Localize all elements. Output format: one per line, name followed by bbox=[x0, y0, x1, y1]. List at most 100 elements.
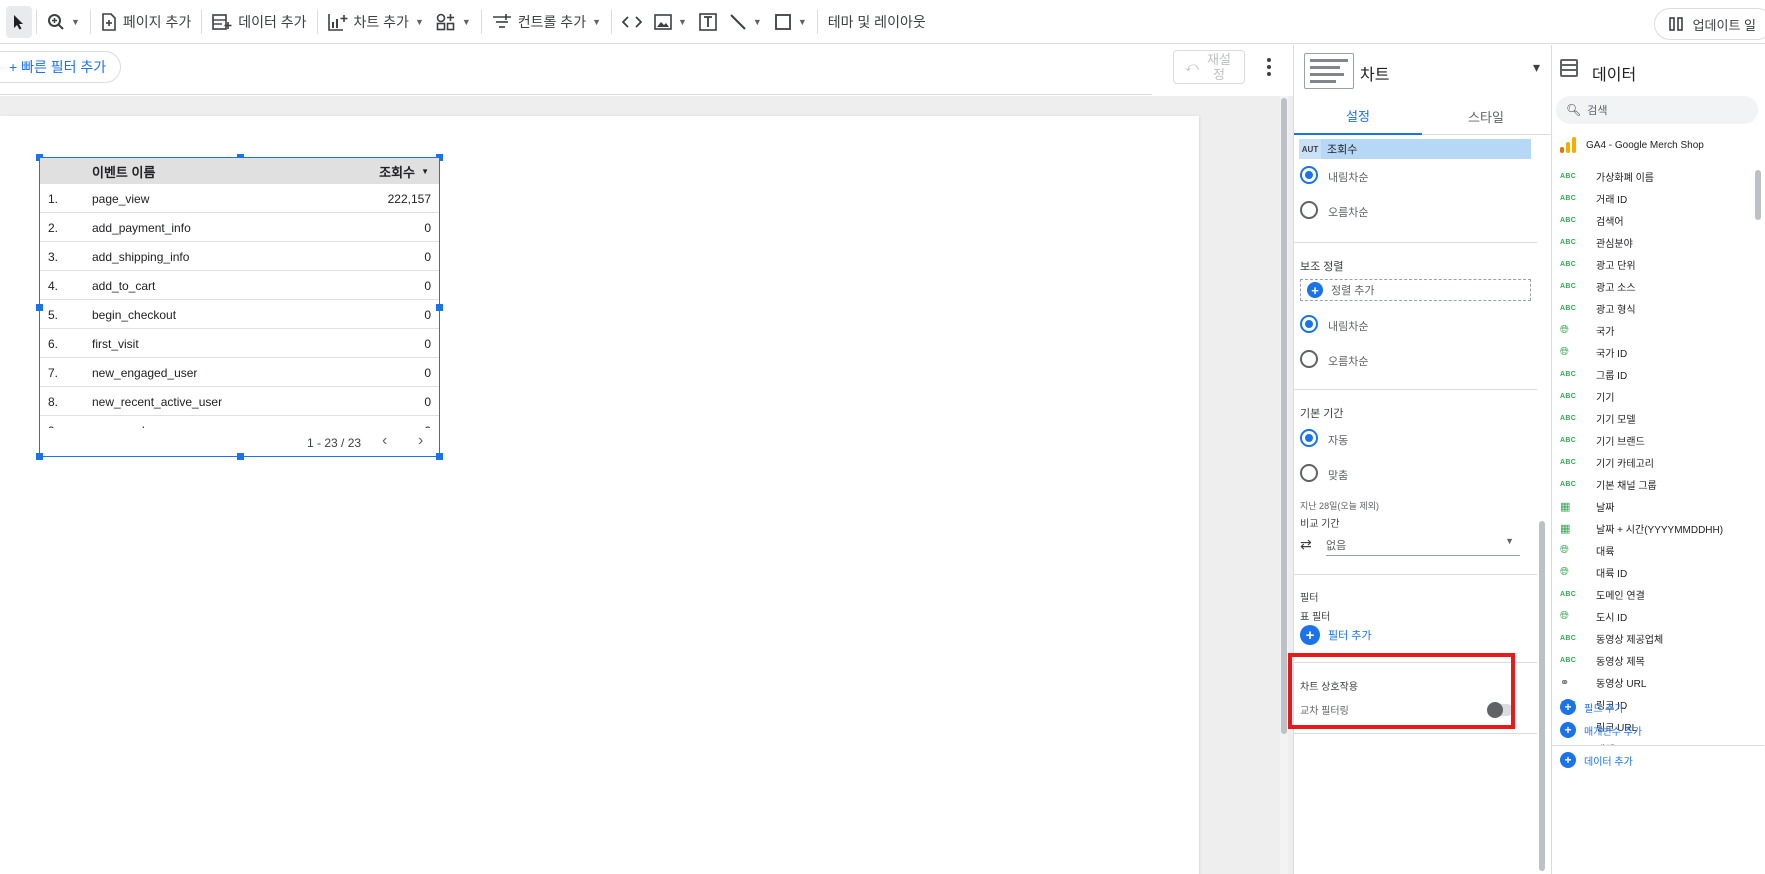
metric-type-badge: AUT bbox=[1299, 139, 1321, 159]
field-label: 그룹 ID bbox=[1596, 370, 1628, 382]
globe-icon: 🌐︎ bbox=[1560, 345, 1570, 358]
embed-button[interactable] bbox=[616, 6, 648, 38]
column-header-views[interactable]: 조회수 bbox=[379, 162, 415, 181]
canvas-scrollbar[interactable] bbox=[1280, 96, 1288, 874]
add-page-button[interactable]: 페이지 추가 bbox=[95, 6, 197, 38]
field-item[interactable]: ⚭ 동영상 URL bbox=[1552, 671, 1752, 693]
field-item[interactable]: 🌐︎ 대륙 ID bbox=[1552, 561, 1752, 583]
field-label: 국가 bbox=[1596, 326, 1615, 338]
field-item[interactable]: ABC 동영상 제목 bbox=[1552, 649, 1752, 671]
table-row: 7. new_engaged_user 0 bbox=[40, 358, 439, 387]
field-item[interactable]: ABC 가상화폐 이름 bbox=[1552, 165, 1752, 187]
column-header-event-name[interactable]: 이벤트 이름 bbox=[92, 162, 155, 181]
field-item[interactable]: ABC 광고 소스 bbox=[1552, 275, 1752, 297]
row-event-name: begin_checkout bbox=[92, 308, 177, 322]
properties-scrollbar[interactable] bbox=[1537, 136, 1547, 874]
cursor-icon bbox=[14, 14, 23, 29]
toolbar-divider bbox=[36, 9, 37, 34]
line-button[interactable]: ▼ bbox=[723, 6, 768, 38]
scrollbar-thumb[interactable] bbox=[1281, 98, 1287, 734]
row-index: 5. bbox=[48, 308, 59, 322]
properties-title: 차트 bbox=[1360, 67, 1390, 84]
field-item[interactable]: ABC 광고 단위 bbox=[1552, 253, 1752, 275]
add-field-button[interactable]: + 필드 추가 bbox=[1560, 699, 1624, 715]
text-box-button[interactable] bbox=[693, 6, 723, 38]
toolbar-divider bbox=[89, 9, 91, 34]
date-custom-radio[interactable] bbox=[1300, 464, 1318, 482]
field-item[interactable]: ▦ 날짜 + 시간(YYYYMMDDHH) bbox=[1552, 517, 1752, 539]
table-chart-icon[interactable] bbox=[1304, 53, 1354, 89]
secondary-descending-radio[interactable] bbox=[1300, 315, 1318, 333]
chevron-down-icon[interactable]: ▾ bbox=[1533, 59, 1540, 76]
chevron-down-icon: ▼ bbox=[592, 16, 601, 27]
tab-style[interactable]: 스타일 bbox=[1422, 97, 1550, 135]
text-type-icon: ABC bbox=[1560, 392, 1577, 400]
add-filter-button[interactable]: + 필터 추가 bbox=[1300, 625, 1372, 645]
field-item[interactable]: ABC 도메인 연결 bbox=[1552, 583, 1752, 605]
scrollbar-thumb[interactable] bbox=[1755, 170, 1761, 220]
sort-metric-chip[interactable]: AUT 조회수 bbox=[1299, 139, 1531, 159]
compare-period-select[interactable]: ⇄ 없음 ▼ bbox=[1300, 532, 1536, 558]
field-list-scrollbar[interactable] bbox=[1754, 165, 1762, 745]
plus-icon: + bbox=[1560, 752, 1576, 768]
scrollbar-thumb[interactable] bbox=[1539, 521, 1545, 871]
sort-desc-icon[interactable]: ▼ bbox=[421, 167, 429, 176]
community-viz-button[interactable]: ▼ bbox=[430, 6, 477, 38]
image-button[interactable]: ▼ bbox=[648, 6, 693, 38]
add-chart-button[interactable]: 차트 추가 ▼ bbox=[322, 6, 430, 38]
field-item[interactable]: ABC 관심분야 bbox=[1552, 231, 1752, 253]
field-item[interactable]: 🌐︎ 국가 bbox=[1552, 319, 1752, 341]
update-button[interactable]: 업데이트 일 bbox=[1653, 8, 1765, 40]
table-chart[interactable]: 이벤트 이름 조회수 ▼ 1. page_view 222,157 2. add_pa… bbox=[36, 154, 443, 460]
add-sort-button[interactable]: + 정렬 추가 bbox=[1300, 279, 1531, 301]
theme-layout-button[interactable]: 테마 및 레이아웃 bbox=[822, 6, 932, 38]
toolbar-divider bbox=[816, 9, 818, 34]
field-item[interactable]: ABC 기본 채널 그룹 bbox=[1552, 473, 1752, 495]
secondary-ascending-radio[interactable] bbox=[1300, 350, 1318, 368]
more-options-icon[interactable] bbox=[1262, 55, 1276, 79]
field-item[interactable]: 🌐︎ 국가 ID bbox=[1552, 341, 1752, 363]
date-auto-radio[interactable] bbox=[1300, 429, 1318, 447]
chevron-right-icon[interactable]: › bbox=[418, 432, 423, 450]
field-item[interactable]: 🌐︎ 대륙 bbox=[1552, 539, 1752, 561]
field-item[interactable]: ABC 검색어 bbox=[1552, 209, 1752, 231]
plus-icon: + bbox=[1560, 699, 1576, 715]
filter-bar: + 빠른 필터 추가 ⤺ 재설정 bbox=[0, 45, 1271, 95]
field-item[interactable]: ABC 기기 bbox=[1552, 385, 1752, 407]
field-search-input[interactable]: 🔍︎ 검색 bbox=[1556, 96, 1758, 124]
tab-setup[interactable]: 설정 bbox=[1294, 97, 1422, 135]
field-item[interactable]: 🌐︎ 도시 ID bbox=[1552, 605, 1752, 627]
add-parameter-button[interactable]: + 매개변수 추가 bbox=[1560, 722, 1642, 738]
analytics-icon bbox=[1560, 137, 1578, 153]
quick-filter-button[interactable]: + 빠른 필터 추가 bbox=[0, 51, 122, 83]
compare-label: 비교 기간 bbox=[1300, 519, 1340, 530]
data-source[interactable]: GA4 - Google Merch Shop bbox=[1560, 137, 1704, 153]
row-index: 7. bbox=[48, 366, 59, 380]
field-item[interactable]: ABC 기기 카테고리 bbox=[1552, 451, 1752, 473]
sort-ascending-radio[interactable] bbox=[1300, 201, 1318, 219]
field-item[interactable]: ABC 그룹 ID bbox=[1552, 363, 1752, 385]
reset-button[interactable]: ⤺ 재설정 bbox=[1173, 50, 1245, 84]
tab-style-label: 스타일 bbox=[1468, 109, 1504, 125]
add-control-button[interactable]: 컨트롤 추가 ▼ bbox=[486, 6, 607, 38]
zoom-button[interactable]: ▼ bbox=[41, 6, 86, 38]
compare-dropdown[interactable]: 없음 ▼ bbox=[1326, 532, 1520, 556]
add-data-button[interactable]: 데이터 추가 bbox=[206, 6, 312, 38]
shape-button[interactable]: ▼ bbox=[768, 6, 813, 38]
row-event-name: page_view bbox=[92, 192, 150, 206]
sort-descending-radio[interactable] bbox=[1300, 166, 1318, 184]
field-item[interactable]: ABC 광고 형식 bbox=[1552, 297, 1752, 319]
field-item[interactable]: ABC 기기 브랜드 bbox=[1552, 429, 1752, 451]
secondary-descending-label: 내림차순 bbox=[1328, 321, 1369, 333]
add-data-source-button[interactable]: + 데이터 추가 bbox=[1560, 752, 1633, 768]
field-item[interactable]: ABC 기기 모델 bbox=[1552, 407, 1752, 429]
chevron-down-icon: ▼ bbox=[461, 16, 471, 27]
field-item[interactable]: ▦ 날짜 bbox=[1552, 495, 1752, 517]
sort-descending-label: 내림차순 bbox=[1328, 172, 1369, 184]
field-item[interactable]: ABC 거래 ID bbox=[1552, 187, 1752, 209]
chevron-left-icon[interactable]: ‹ bbox=[382, 432, 387, 450]
field-item[interactable]: ABC매체 bbox=[1552, 737, 1752, 746]
field-item[interactable]: ABC 동영상 제공업체 bbox=[1552, 627, 1752, 649]
add-control-label: 컨트롤 추가 bbox=[517, 13, 587, 30]
select-tool[interactable] bbox=[6, 5, 32, 38]
